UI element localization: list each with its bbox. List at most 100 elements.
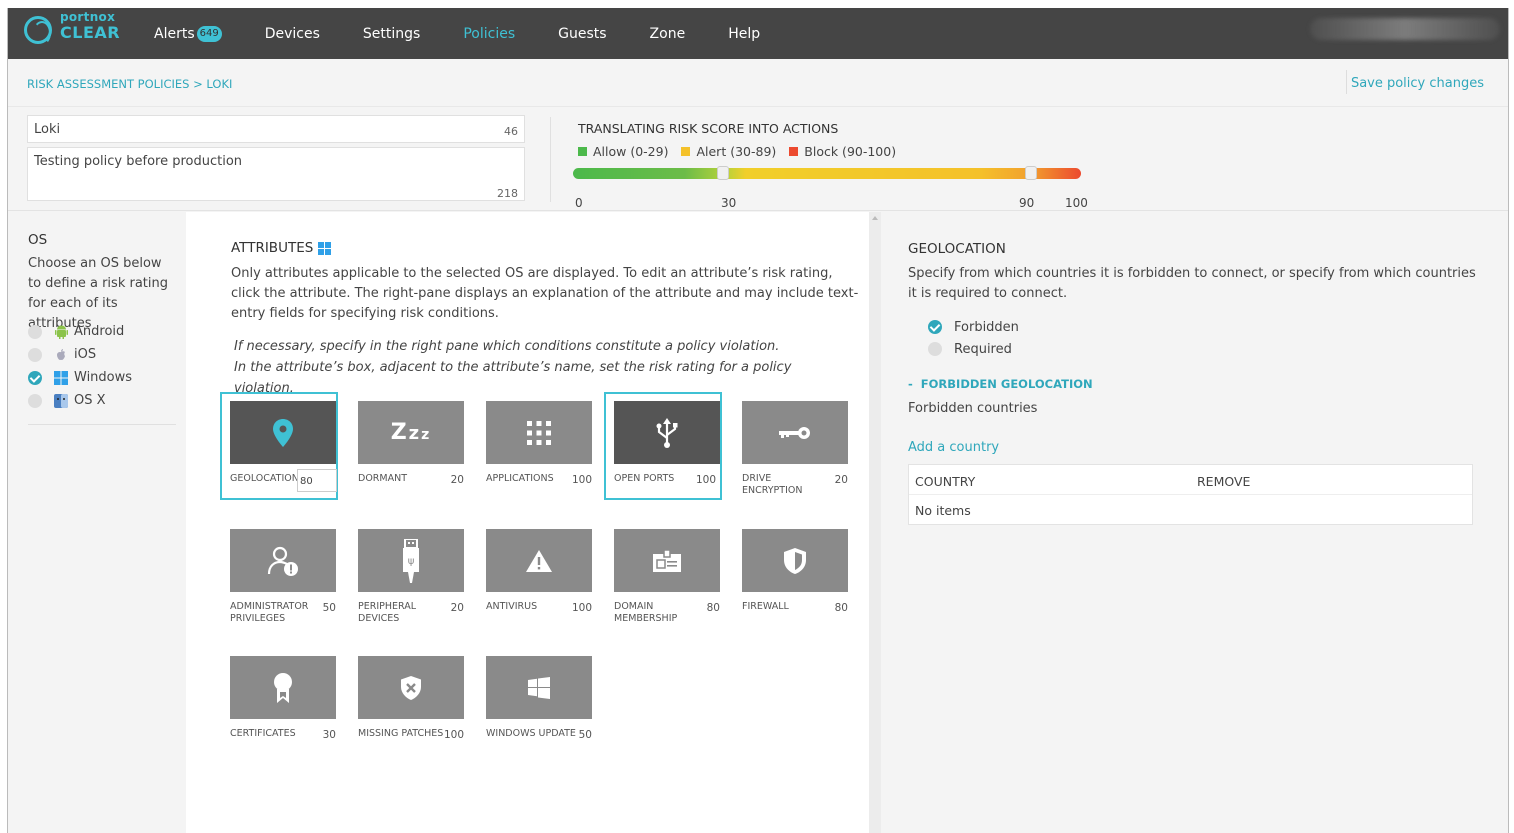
attributes-heading-label: ATTRIBUTES xyxy=(231,240,314,256)
risk-score-slider[interactable] xyxy=(573,166,1081,180)
logo-text-bottom: CLEAR xyxy=(60,23,121,42)
os-item-label: Windows xyxy=(74,370,133,385)
attribute-tile-antivirus[interactable]: ANTIVIRUS 100 xyxy=(478,522,596,630)
tick-label: 30 xyxy=(721,196,737,210)
tile-label: APPLICATIONS xyxy=(486,473,554,484)
option-required[interactable]: Required xyxy=(928,338,1019,360)
scrollbar[interactable] xyxy=(869,212,881,833)
user-account-menu[interactable] xyxy=(1310,18,1500,40)
alert-threshold-handle[interactable] xyxy=(717,166,729,180)
tile-image xyxy=(742,401,848,464)
option-forbidden[interactable]: Forbidden xyxy=(928,316,1019,338)
finder-icon xyxy=(54,393,68,408)
tile-image xyxy=(742,529,848,592)
legend-block-label: Block (90-100) xyxy=(804,144,897,159)
attribute-tile-open-ports[interactable]: OPEN PORTS 100 xyxy=(604,392,722,500)
attributes-instructions: If necessary, specify in the right pane … xyxy=(234,336,854,399)
tile-image xyxy=(230,656,336,719)
tile-rating: 20 xyxy=(450,602,464,614)
empty-table-message: No items xyxy=(915,503,971,518)
tile-image xyxy=(614,401,720,464)
attribute-tile-firewall[interactable]: FIREWALL 80 xyxy=(734,522,852,630)
tile-rating: 20 xyxy=(450,474,464,486)
os-item-android[interactable]: Android xyxy=(28,320,132,343)
save-policy-button[interactable]: Save policy changes xyxy=(1351,76,1484,91)
risk-rating-input[interactable]: 80 xyxy=(297,469,337,492)
nav-guests[interactable]: Guests xyxy=(558,26,606,42)
attribute-tile-applications[interactable]: APPLICATIONS 100 xyxy=(478,394,596,502)
attribute-tile-domain-membership[interactable]: DOMAIN MEMBERSHIP 80 xyxy=(606,522,724,630)
nav-settings[interactable]: Settings xyxy=(363,26,420,42)
os-item-osx[interactable]: OS X xyxy=(28,389,132,412)
apps-grid-icon xyxy=(527,420,551,445)
nav-zone[interactable]: Zone xyxy=(650,26,686,42)
windows-icon xyxy=(54,370,68,385)
forbidden-geolocation-section-toggle[interactable]: - FORBIDDEN GEOLOCATION xyxy=(908,377,1093,391)
radio-button[interactable] xyxy=(28,347,42,362)
alert-swatch xyxy=(681,147,691,156)
policy-description-char-count: 218 xyxy=(497,187,518,200)
risk-slider-ticks: 0 30 90 100 xyxy=(573,196,1093,212)
policy-name-char-count: 46 xyxy=(504,125,518,138)
os-item-windows[interactable]: Windows xyxy=(28,366,132,389)
key-icon xyxy=(779,426,810,439)
tile-rating: 100 xyxy=(443,729,464,741)
apple-icon xyxy=(54,348,68,362)
radio-button[interactable] xyxy=(928,342,942,356)
usb-stick-icon: ψ xyxy=(403,538,419,583)
add-country-link[interactable]: Add a country xyxy=(908,440,999,455)
policy-description-field[interactable]: Testing policy before production 218 xyxy=(27,147,525,201)
sleep-icon: Zzz xyxy=(390,420,432,445)
shield-x-icon xyxy=(401,675,421,700)
os-heading: OS xyxy=(28,232,48,248)
windows-icon xyxy=(318,241,332,255)
nav-policies[interactable]: Policies xyxy=(463,26,515,42)
main-nav: Alerts 649 Devices Settings Policies Gue… xyxy=(154,8,803,59)
logo-text-top: portnox xyxy=(60,10,116,24)
policy-header: Loki 46 Testing policy before production… xyxy=(8,107,1508,211)
risk-legend: Allow (0-29) Alert (30-89) Block (90-100… xyxy=(578,144,909,159)
breadcrumb[interactable]: RISK ASSESSMENT POLICIES > LOKI xyxy=(27,77,232,91)
allow-swatch xyxy=(578,147,587,156)
block-threshold-handle[interactable] xyxy=(1025,166,1037,180)
column-header-remove: REMOVE xyxy=(1197,474,1251,489)
tile-image xyxy=(614,529,720,592)
nav-devices[interactable]: Devices xyxy=(265,26,320,42)
windows-icon xyxy=(528,676,550,699)
countries-table: COUNTRY REMOVE No items xyxy=(908,464,1473,525)
tile-image xyxy=(486,401,592,464)
attribute-tile-administrator-privileges[interactable]: ADMINISTRATOR PRIVILEGES 50 xyxy=(222,522,340,630)
radio-button[interactable] xyxy=(28,393,42,408)
geolocation-pane: GEOLOCATION Specify from which countries… xyxy=(881,212,1508,833)
legend-allow-label: Allow (0-29) xyxy=(593,144,669,159)
option-label: Forbidden xyxy=(954,319,1019,335)
attribute-tile-missing-patches[interactable]: MISSING PATCHES 100 xyxy=(350,649,468,757)
tile-rating: 100 xyxy=(695,474,716,486)
id-card-icon xyxy=(653,548,681,572)
tile-rating: 100 xyxy=(571,602,592,614)
policy-description-value: Testing policy before production xyxy=(34,154,243,169)
admin-user-icon xyxy=(267,546,298,576)
legend-block: Block (90-100) xyxy=(789,144,896,159)
portnox-logo[interactable]: portnox CLEAR xyxy=(22,10,142,54)
legend-alert-label: Alert (30-89) xyxy=(696,144,777,159)
os-item-ios[interactable]: iOS xyxy=(28,343,132,366)
policy-name-field[interactable]: Loki 46 xyxy=(27,115,525,143)
option-label: Required xyxy=(954,341,1012,357)
radio-button[interactable] xyxy=(28,324,42,339)
nav-alerts[interactable]: Alerts 649 xyxy=(154,25,222,42)
attribute-tile-certificates[interactable]: CERTIFICATES 30 xyxy=(222,649,340,757)
attribute-tile-drive-encryption[interactable]: DRIVE ENCRYPTION 20 xyxy=(734,394,852,502)
radio-button-checked[interactable] xyxy=(928,320,942,334)
shield-icon xyxy=(784,547,806,574)
tile-image: ψ xyxy=(358,529,464,592)
attribute-tile-windows-update[interactable]: WINDOWS UPDATE 50 xyxy=(478,649,596,757)
radio-button-checked[interactable] xyxy=(28,370,42,385)
legend-alert: Alert (30-89) xyxy=(681,144,776,159)
attribute-tile-dormant[interactable]: Zzz DORMANT 20 xyxy=(350,394,468,502)
svg-text:ψ: ψ xyxy=(408,556,415,567)
top-nav-bar: portnox CLEAR Alerts 649 Devices Setting… xyxy=(8,8,1508,59)
nav-help[interactable]: Help xyxy=(728,26,760,42)
attribute-tile-peripheral-devices[interactable]: ψ PERIPHERAL DEVICES 20 xyxy=(350,522,468,630)
attribute-tile-geolocation[interactable]: GEOLOCATION 80 xyxy=(220,392,338,500)
